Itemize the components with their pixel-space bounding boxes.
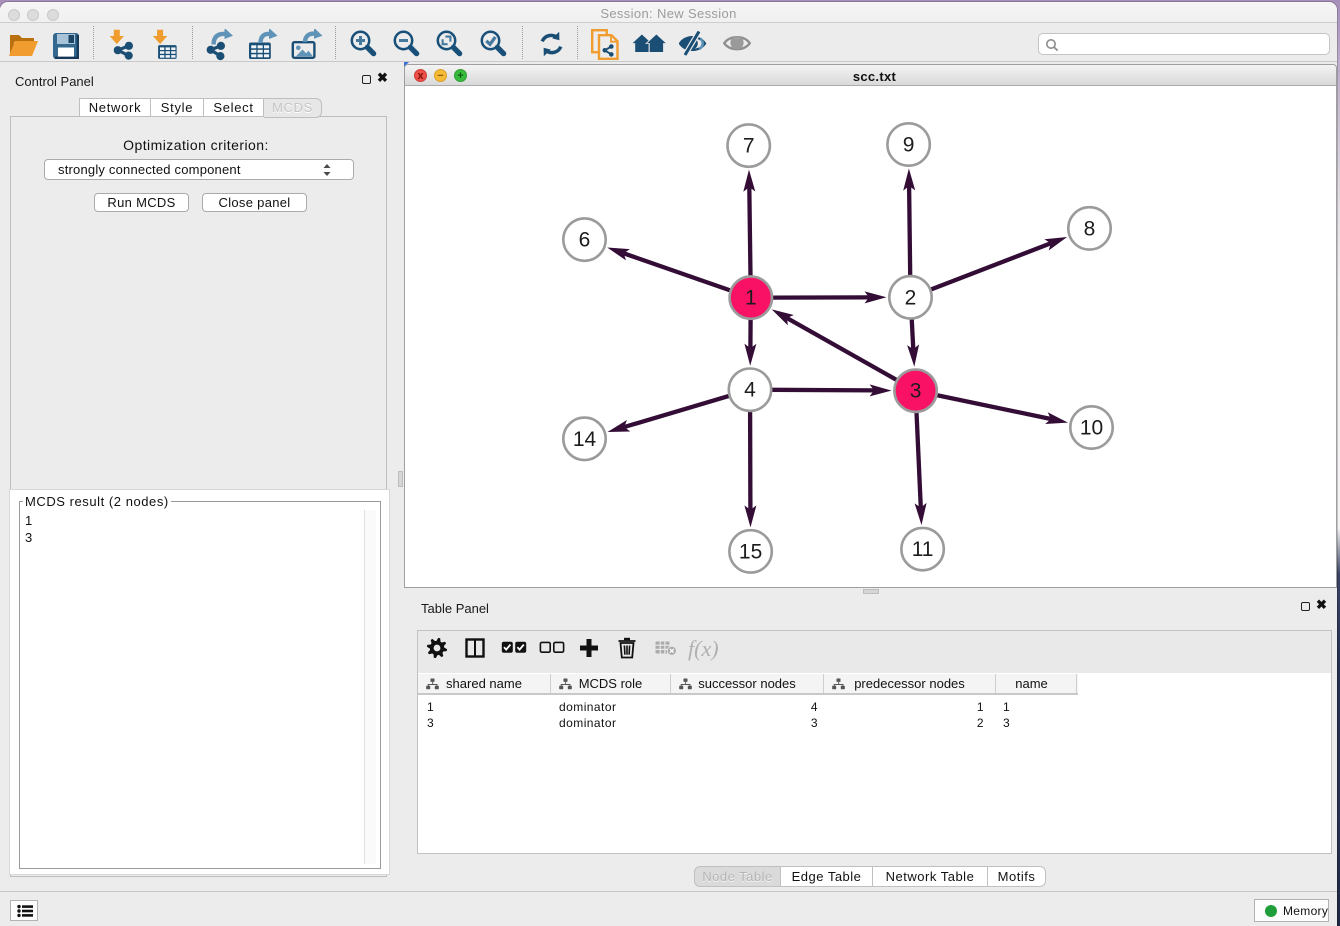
svg-text:14: 14: [573, 428, 597, 451]
svg-text:2: 2: [905, 286, 917, 309]
svg-text:11: 11: [912, 538, 934, 561]
svg-text:4: 4: [744, 379, 756, 402]
svg-text:10: 10: [1080, 417, 1103, 440]
svg-text:3: 3: [910, 380, 922, 403]
svg-text:6: 6: [579, 229, 591, 252]
svg-text:9: 9: [903, 134, 915, 157]
svg-text:15: 15: [739, 540, 762, 563]
svg-text:7: 7: [743, 135, 755, 158]
svg-text:1: 1: [745, 287, 757, 310]
svg-text:8: 8: [1084, 217, 1096, 240]
